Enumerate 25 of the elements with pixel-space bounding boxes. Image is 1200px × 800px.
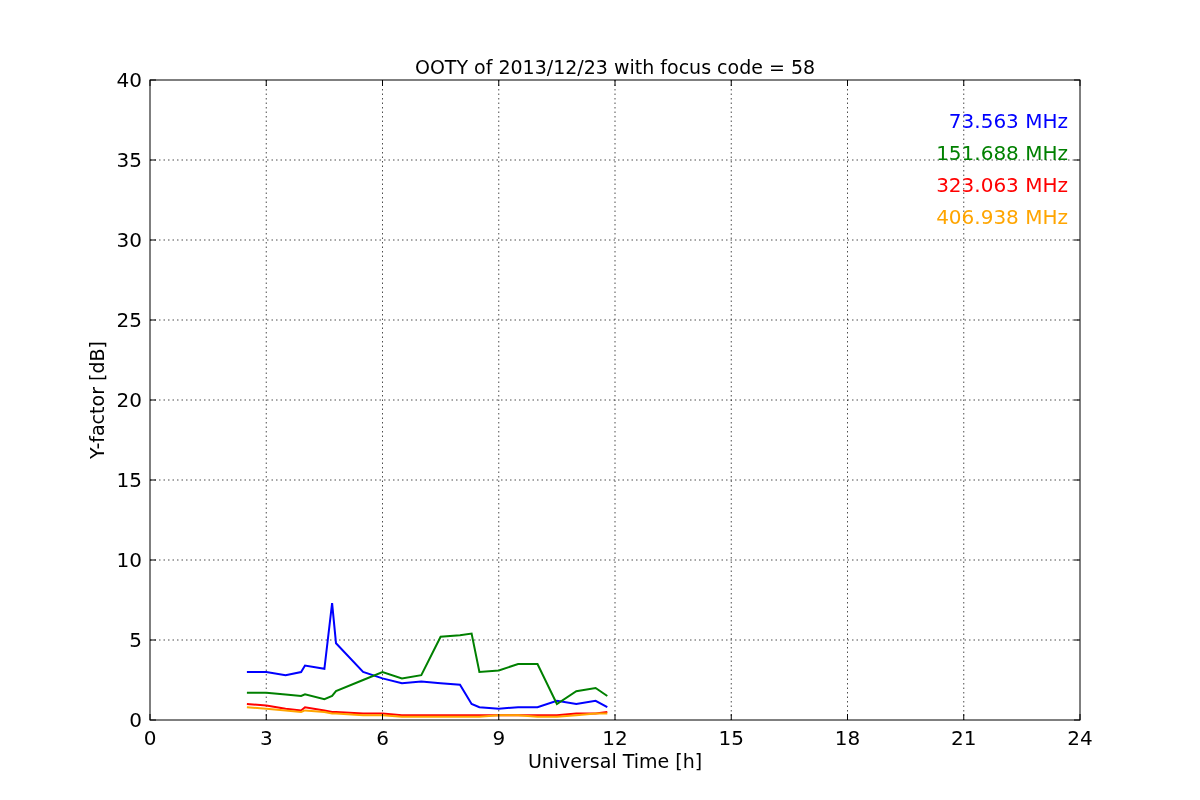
x-tick-label: 21 — [951, 726, 977, 750]
y-tick-label: 10 — [116, 548, 142, 572]
x-tick-label: 18 — [834, 726, 861, 750]
y-tick-label: 0 — [129, 708, 142, 732]
y-tick-label: 35 — [116, 148, 142, 172]
y-tick-label: 25 — [116, 308, 142, 332]
x-tick-label: 0 — [143, 726, 157, 750]
legend-label: 406.938 MHz — [936, 205, 1068, 229]
y-tick-label: 15 — [116, 468, 142, 492]
y-tick-label: 30 — [116, 228, 142, 252]
x-tick-label: 24 — [1067, 726, 1093, 750]
x-tick-label: 12 — [602, 726, 628, 750]
y-tick-label: 40 — [116, 68, 142, 92]
x-tick-label: 3 — [259, 726, 273, 750]
x-tick-label: 15 — [718, 726, 744, 750]
y-tick-label: 5 — [129, 628, 142, 652]
legend-label: 73.563 MHz — [948, 109, 1068, 133]
x-tick-label: 6 — [376, 726, 389, 750]
chart-title: OOTY of 2013/12/23 with focus code = 58 — [414, 56, 816, 78]
y-axis-title: Y-factor [dB] — [86, 341, 108, 459]
x-tick-label: 9 — [492, 726, 506, 750]
legend-label: 151.688 MHz — [936, 141, 1068, 165]
legend-label: 323.063 MHz — [936, 173, 1068, 197]
x-axis-title: Universal Time [h] — [527, 750, 703, 772]
y-tick-label: 20 — [116, 388, 142, 412]
